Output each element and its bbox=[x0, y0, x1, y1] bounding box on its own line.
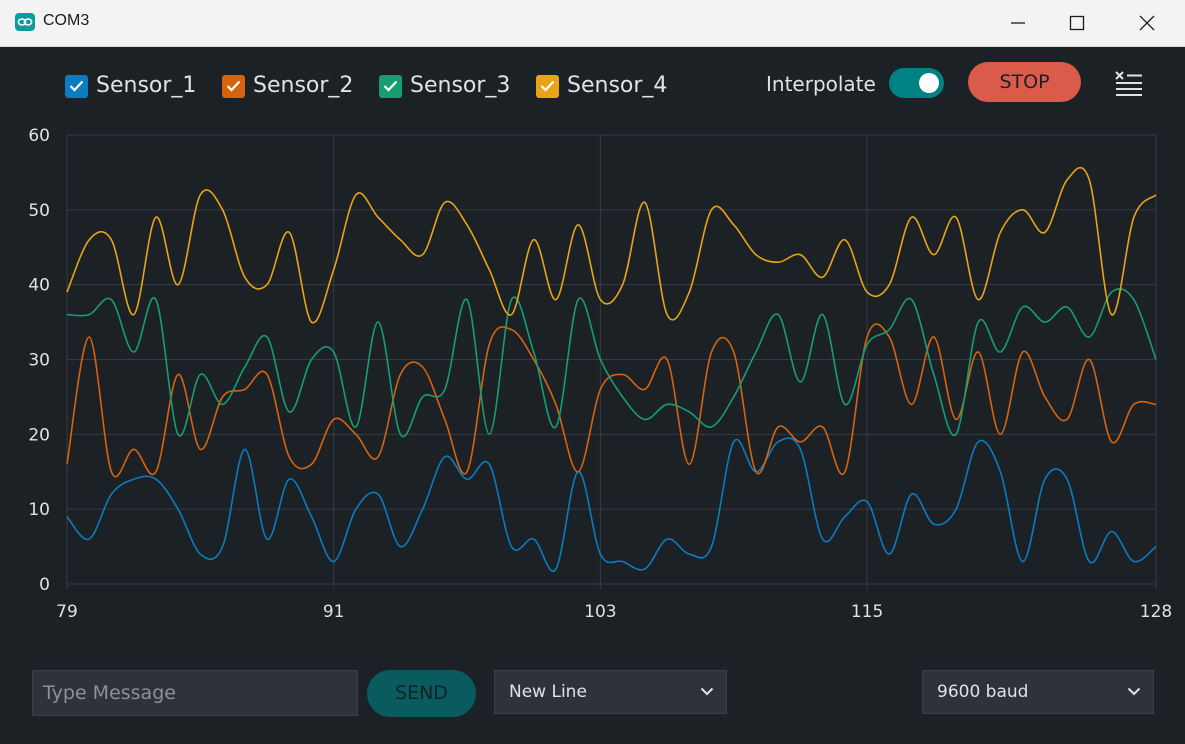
series-line-sensor-1 bbox=[66, 437, 1157, 572]
x-axis-ticks: 79 91 103 115 128 bbox=[56, 602, 1172, 622]
sensor-3-checkbox[interactable] bbox=[379, 75, 402, 98]
x-tick-label: 115 bbox=[851, 602, 883, 622]
toggle-knob bbox=[919, 73, 939, 93]
clear-output-button[interactable] bbox=[1113, 70, 1145, 96]
sensor-1-label: Sensor_1 bbox=[96, 73, 197, 98]
arduino-infinity-icon bbox=[15, 13, 35, 31]
chevron-down-icon bbox=[700, 687, 714, 696]
message-input[interactable] bbox=[32, 670, 358, 716]
maximize-button[interactable] bbox=[1048, 0, 1106, 46]
sensor-2-checkbox[interactable] bbox=[222, 75, 245, 98]
sensor-4-label: Sensor_4 bbox=[567, 73, 668, 98]
baud-rate-select[interactable]: 9600 baud bbox=[922, 670, 1154, 714]
y-tick-label: 20 bbox=[28, 425, 50, 445]
checkmark-icon bbox=[383, 80, 398, 92]
x-tick-label: 103 bbox=[584, 602, 616, 622]
y-tick-label: 10 bbox=[28, 500, 50, 520]
line-ending-select[interactable]: New Line bbox=[494, 670, 727, 714]
title-bar: COM3 bbox=[0, 0, 1185, 47]
y-tick-label: 30 bbox=[28, 351, 50, 371]
interpolate-toggle[interactable] bbox=[889, 68, 944, 98]
serial-plotter-window: COM3 Sensor_1 Sensor_2 Sensor_3 Sensor_4… bbox=[0, 0, 1185, 744]
x-tick-label: 91 bbox=[323, 602, 345, 622]
line-ending-value: New Line bbox=[509, 682, 587, 702]
close-button[interactable] bbox=[1118, 0, 1176, 46]
baud-rate-value: 9600 baud bbox=[937, 682, 1029, 702]
y-tick-label: 60 bbox=[28, 126, 50, 146]
sensor-2-label: Sensor_2 bbox=[253, 73, 354, 98]
chevron-down-icon bbox=[1127, 687, 1141, 696]
sensor-3-label: Sensor_3 bbox=[410, 73, 511, 98]
minimize-icon bbox=[1011, 22, 1025, 24]
close-icon bbox=[1139, 15, 1155, 31]
checkmark-icon bbox=[540, 80, 555, 92]
y-tick-label: 0 bbox=[39, 575, 50, 595]
chart-series bbox=[66, 166, 1157, 572]
sensor-1-checkbox[interactable] bbox=[65, 75, 88, 98]
clear-output-icon bbox=[1115, 71, 1142, 96]
y-axis-ticks: 0 10 20 30 40 50 60 bbox=[28, 126, 50, 595]
interpolate-label: Interpolate bbox=[766, 72, 876, 96]
minimize-button[interactable] bbox=[989, 0, 1047, 46]
series-line-sensor-4 bbox=[66, 166, 1157, 324]
checkmark-icon bbox=[226, 80, 241, 92]
x-tick-label: 128 bbox=[1140, 602, 1172, 622]
y-tick-label: 50 bbox=[28, 201, 50, 221]
y-tick-label: 40 bbox=[28, 276, 50, 296]
stop-button[interactable]: STOP bbox=[968, 62, 1081, 102]
x-tick-label: 79 bbox=[56, 602, 78, 622]
window-title: COM3 bbox=[43, 12, 90, 29]
checkmark-icon bbox=[69, 80, 84, 92]
sensor-4-checkbox[interactable] bbox=[536, 75, 559, 98]
send-button[interactable]: SEND bbox=[367, 670, 476, 717]
chart-grid bbox=[66, 134, 1157, 589]
serial-plot-chart: 0 10 20 30 40 50 60 79 91 103 115 128 bbox=[28, 126, 1172, 622]
maximize-icon bbox=[1069, 15, 1085, 31]
